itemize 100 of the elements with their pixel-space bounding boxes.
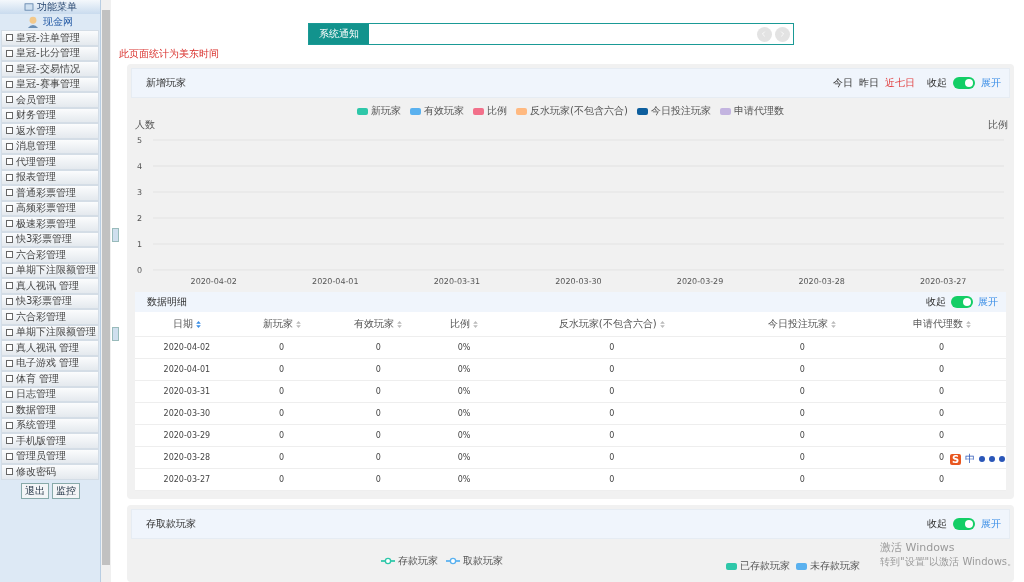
sidebar-button[interactable]: 退出 (20, 482, 49, 499)
axis-title: 比例 (988, 119, 1008, 131)
table-cell: 0 (877, 336, 1006, 359)
table-cell: 0 (727, 336, 878, 359)
table-cell: 0 (877, 468, 1006, 491)
table-cell: 0 (877, 424, 1006, 447)
ime-toolbar[interactable]: S 中 (950, 452, 1006, 466)
collapse-handle[interactable] (111, 228, 119, 242)
menu-item[interactable]: 返水管理 (1, 123, 99, 139)
menu-item[interactable]: 普通彩票管理 (1, 185, 99, 201)
table-cell: 0 (727, 380, 878, 403)
dot-icon (999, 456, 1006, 462)
legend-item[interactable]: 新玩家 (357, 104, 402, 118)
axis-tick-label: 2020-03-31 (433, 276, 481, 286)
table-cell: 2020-03-30 (135, 402, 239, 425)
table-cell: 0 (727, 424, 878, 447)
table-cell: 0 (727, 446, 878, 469)
legend-item[interactable]: 今日投注玩家 (636, 104, 711, 118)
table-cell: 0% (431, 358, 497, 381)
previous-button[interactable] (756, 26, 772, 42)
menu-item[interactable]: 体育 管理 (1, 371, 99, 387)
menu-item[interactable]: 数据管理 (1, 402, 99, 418)
menu-item[interactable]: 皇冠-交易情况 (1, 61, 99, 77)
table-cell: 0 (238, 446, 325, 469)
range-tab[interactable]: 昨日 (859, 76, 879, 90)
table-cell: 0 (877, 402, 1006, 425)
table-cell: 0 (238, 380, 325, 403)
legend-item[interactable]: 比例 (473, 104, 508, 118)
legend-item[interactable]: 有效玩家 (410, 104, 465, 118)
table-cell: 2020-03-29 (135, 424, 239, 447)
menu-item[interactable]: 会员管理 (1, 92, 99, 108)
table-cell: 0 (324, 380, 432, 403)
column-header[interactable]: 日期 (135, 312, 239, 337)
toggle-switch[interactable] (951, 296, 973, 308)
dot-icon (989, 456, 996, 462)
panel-title: 新增玩家 (146, 76, 186, 90)
axis-tick-label: 2020-03-29 (676, 276, 724, 286)
toggle-switch[interactable] (953, 518, 975, 530)
axis-tick-label: 0 (137, 265, 143, 275)
axis-tick-label: 2020-03-27 (920, 276, 967, 286)
panel-title: 存取款玩家 (146, 517, 196, 531)
menu-item[interactable]: 修改密码 (1, 464, 99, 480)
table-cell: 0 (238, 424, 325, 447)
section-title: 数据明细 (147, 295, 187, 309)
legend-item[interactable]: 反水玩家(不包含六合) (516, 104, 628, 118)
table-cell: 0% (431, 446, 497, 469)
column-header[interactable]: 今日投注玩家 (727, 312, 878, 337)
range-tab[interactable]: 今日 (833, 76, 853, 90)
table-cell: 0 (238, 358, 325, 381)
column-header[interactable]: 新玩家 (238, 312, 325, 337)
toggle-switch[interactable] (953, 77, 975, 89)
table-cell: 0 (238, 468, 325, 491)
sort-icon (397, 320, 403, 328)
chevron-left-icon (760, 30, 768, 38)
menu-item[interactable]: 皇冠-注单管理 (1, 30, 99, 46)
table-cell: 0 (324, 336, 432, 359)
sort-icon (965, 320, 971, 328)
activation-title: 激活 Windows (880, 540, 956, 555)
column-header[interactable]: 申请代理数 (877, 312, 1006, 337)
legend-item[interactable]: 已存款玩家 (726, 559, 790, 573)
menu-item[interactable]: 代理管理 (1, 154, 99, 170)
axis-tick-label: 2020-04-02 (190, 276, 237, 286)
next-button[interactable] (774, 26, 790, 42)
table-cell: 2020-03-28 (135, 446, 239, 469)
column-header[interactable]: 比例 (431, 312, 497, 337)
axis-tick-label: 2020-04-01 (312, 276, 359, 286)
legend-item[interactable]: 存款玩家 (381, 549, 438, 573)
table-cell: 0 (877, 380, 1006, 403)
table-cell: 0 (324, 446, 432, 469)
menu-item[interactable]: 极速彩票管理 (1, 216, 99, 232)
legend-item[interactable]: 取款玩家 (446, 549, 503, 573)
table-cell: 0 (496, 424, 728, 447)
axis-tick-label: 5 (137, 136, 143, 146)
axis-tick-label: 3 (137, 188, 143, 197)
collapse-label: 收起 (926, 295, 946, 309)
range-tab[interactable]: 近七日 (885, 76, 915, 90)
menu-item[interactable]: 真人视讯 管理 (1, 278, 99, 294)
menu-item[interactable]: 真人视讯 管理 (1, 340, 99, 356)
menu-item[interactable]: 六合彩管理 (1, 247, 99, 263)
activation-hint: 转到"设置"以激活 Windows。 (880, 555, 1018, 569)
table-cell: 0 (496, 336, 728, 359)
table-cell: 0% (431, 380, 497, 403)
table-cell: 2020-03-31 (135, 380, 239, 403)
collapse-label: 收起 (927, 517, 947, 531)
scrollbar[interactable] (101, 0, 111, 582)
table-cell: 0 (324, 358, 432, 381)
table-cell: 0 (496, 468, 728, 491)
table-cell: 0 (727, 358, 878, 381)
table-cell: 0 (238, 402, 325, 425)
window-icon (23, 3, 34, 11)
legend-item[interactable]: 申请代理数 (719, 104, 784, 118)
legend-item[interactable]: 未存款玩家 (796, 559, 860, 573)
sort-icon (831, 320, 837, 328)
menu-item[interactable]: 六合彩管理 (1, 309, 99, 325)
sidebar-button[interactable]: 监控 (51, 482, 80, 499)
column-header[interactable]: 反水玩家(不包含六合) (496, 312, 728, 337)
column-header[interactable]: 有效玩家 (324, 312, 432, 337)
collapse-handle[interactable] (111, 327, 119, 341)
table-cell: 0% (431, 424, 497, 447)
menu-item[interactable]: 手机版管理 (1, 433, 99, 449)
